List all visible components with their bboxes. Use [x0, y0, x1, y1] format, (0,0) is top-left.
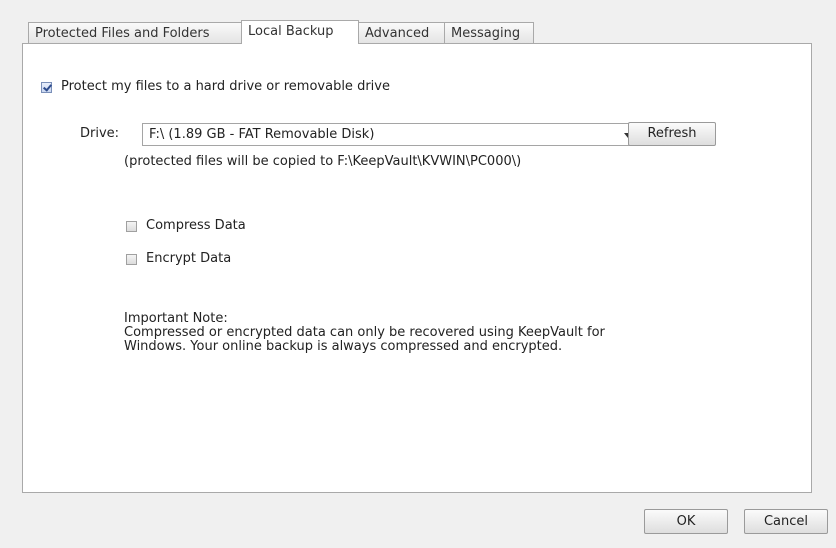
compress-label[interactable]: Compress Data — [146, 218, 246, 233]
cancel-button[interactable]: Cancel — [744, 509, 828, 534]
local-backup-panel: Protect my files to a hard drive or remo… — [22, 43, 812, 493]
encrypt-label[interactable]: Encrypt Data — [146, 251, 231, 266]
tab-advanced[interactable]: Advanced — [358, 22, 445, 43]
note-line-1: Compressed or encrypted data can only be… — [124, 325, 605, 340]
protect-label[interactable]: Protect my files to a hard drive or remo… — [61, 79, 390, 94]
compress-checkbox[interactable] — [126, 221, 137, 232]
ok-button[interactable]: OK — [644, 509, 728, 534]
encrypt-checkbox[interactable] — [126, 254, 137, 265]
copy-destination-note: (protected files will be copied to F:\Ke… — [124, 154, 522, 169]
drive-select[interactable]: F:\ (1.89 GB - FAT Removable Disk) — [142, 123, 640, 146]
tab-messaging[interactable]: Messaging — [444, 22, 534, 43]
refresh-button[interactable]: Refresh — [628, 122, 716, 146]
tab-protected-files[interactable]: Protected Files and Folders — [28, 22, 242, 43]
drive-label: Drive: — [80, 126, 120, 141]
protect-checkbox[interactable] — [41, 82, 52, 93]
drive-select-value: F:\ (1.89 GB - FAT Removable Disk) — [149, 127, 375, 142]
note-line-2: Windows. Your online backup is always co… — [124, 339, 563, 354]
note-heading: Important Note: — [124, 311, 228, 326]
tab-local-backup[interactable]: Local Backup — [241, 20, 359, 44]
